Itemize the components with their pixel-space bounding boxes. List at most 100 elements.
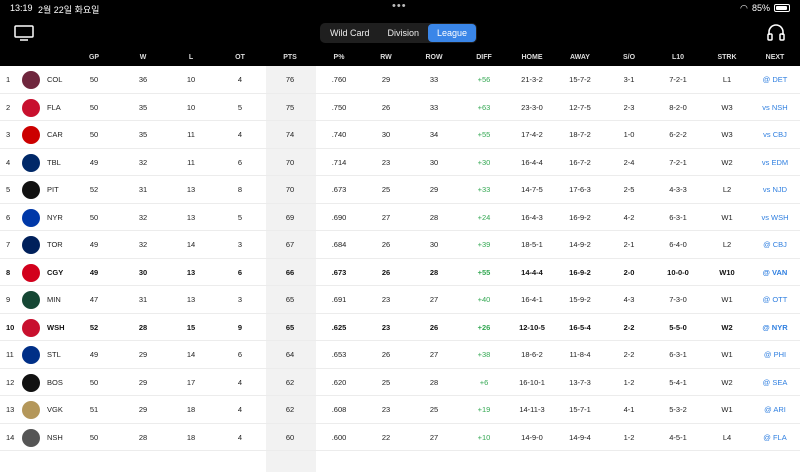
table-row[interactable]: 1 COL 50 36 10 4 76 .760 29 33 +56 21-3-2 15-7-2 3-1 7… [0, 66, 800, 94]
cell-next[interactable]: vs NSH [753, 103, 797, 112]
cell-w: 32 [138, 240, 148, 249]
cell-ot: 4 [237, 130, 243, 139]
cell-next[interactable]: @ DET [753, 75, 797, 84]
column-header-row[interactable]: ROW [419, 54, 449, 61]
cell-w: 29 [138, 405, 148, 414]
cell-strk: W2 [721, 322, 733, 332]
top-bar: Wild Card Division League [0, 16, 800, 50]
column-header-ot[interactable]: OT [225, 54, 255, 61]
table-row[interactable]: 9 MIN 47 31 13 3 65 .691 23 27 +40 16-4-1 15-9-2 4-3 7… [0, 286, 800, 314]
column-header-so[interactable]: S/O [614, 54, 644, 61]
status-bar: 13:19 2월 22일 화요일 ••• ◠ 85% [0, 0, 800, 16]
team-abbr[interactable]: TBL [47, 158, 77, 167]
table-row[interactable]: 4 TBL 49 32 11 6 70 .714 23 30 +30 16-4-4 16-7-2 2-4 7… [0, 149, 800, 176]
table-row[interactable]: 11 STL 49 29 14 6 64 .653 26 27 +38 18-6-2 11-8-4 2-2… [0, 341, 800, 369]
column-header-away[interactable]: AWAY [557, 54, 603, 61]
cell-pct: .600 [331, 432, 347, 442]
team-abbr[interactable]: CGY [47, 268, 77, 277]
table-row[interactable]: 14 NSH 50 28 18 4 60 .600 22 27 +10 14-9-0 14-9-4 1-2… [0, 424, 800, 451]
table-row[interactable]: 5 PIT 52 31 13 8 70 .673 25 29 +33 14-7-5 17-6-3 2-5 4… [0, 176, 800, 204]
table-row[interactable]: 10 WSH 52 28 15 9 65 .625 23 26 +26 12-10-5 16-5-4 2-… [0, 314, 800, 341]
cell-pct: .653 [331, 350, 347, 359]
cell-so: 4-1 [623, 405, 635, 414]
cell-rw: 23 [381, 157, 391, 167]
table-row[interactable]: 3 CAR 50 35 11 4 74 .740 30 34 +55 17-4-2 18-7-2 1-0 6… [0, 121, 800, 149]
cell-pct: .750 [331, 102, 347, 112]
tab-division[interactable]: Division [379, 24, 429, 42]
cell-next[interactable]: vs NJD [753, 185, 797, 194]
cell-diff: +55 [477, 267, 491, 277]
column-header-pts[interactable]: PTS [270, 54, 310, 61]
cell-pct: .760 [331, 75, 347, 84]
team-abbr[interactable]: BOS [47, 378, 77, 387]
cell-home: 16-10-1 [519, 377, 545, 387]
tab-league[interactable]: League [428, 24, 477, 42]
team-rank: 10 [6, 322, 15, 332]
cell-next[interactable]: @ VAN [753, 268, 797, 277]
cell-next[interactable]: @ OTT [753, 295, 797, 304]
tab-wild-card[interactable]: Wild Card [321, 24, 379, 42]
cell-pts: 65 [285, 295, 295, 304]
cell-next[interactable]: vs WSH [753, 213, 797, 222]
column-header-pct[interactable]: P% [319, 54, 359, 61]
cell-w: 32 [138, 212, 148, 222]
column-header-l[interactable]: L [176, 54, 206, 61]
cell-diff: +63 [477, 102, 491, 112]
column-header-home[interactable]: HOME [509, 54, 555, 61]
cell-home: 14-9-0 [521, 432, 543, 442]
cell-next[interactable]: @ NYR [753, 323, 797, 332]
cell-l: 13 [186, 185, 196, 194]
cell-w: 30 [138, 267, 148, 277]
team-abbr[interactable]: CAR [47, 130, 77, 139]
cell-next[interactable]: @ PHI [753, 350, 797, 359]
cell-pts: 67 [285, 240, 295, 249]
table-row[interactable]: 2 FLA 50 35 10 5 75 .750 26 33 +63 23-3-0 12-7-5 2-3 8… [0, 94, 800, 121]
column-header-next[interactable]: NEXT [753, 54, 797, 61]
cell-l: 13 [186, 267, 196, 277]
cell-diff: +10 [477, 432, 491, 442]
table-row[interactable]: 7 TOR 49 32 14 3 67 .684 26 30 +39 18-5-1 14-9-2 2-1 6… [0, 231, 800, 259]
cell-rw: 29 [381, 75, 391, 84]
battery-percent: 85% [752, 3, 771, 13]
team-abbr[interactable]: COL [47, 75, 77, 84]
team-abbr[interactable]: PIT [47, 185, 77, 194]
column-header-diff[interactable]: DIFF [464, 54, 504, 61]
cell-next[interactable]: @ SEA [753, 378, 797, 387]
cell-strk: L4 [722, 432, 732, 442]
team-abbr[interactable]: VGK [47, 405, 77, 414]
table-row[interactable]: 13 VGK 51 29 18 4 62 .608 23 25 +19 14-11-3 15-7-1 4-… [0, 396, 800, 424]
table-row[interactable]: 8 CGY 49 30 13 6 66.673 26 28 +55 14-4-4 16-9-2 2-0 1… [0, 259, 800, 286]
cell-pts: 74 [285, 130, 295, 139]
headphones-icon[interactable] [766, 23, 786, 43]
cell-home: 14-7-5 [521, 185, 543, 194]
cell-strk: L2 [722, 185, 732, 194]
cell-next[interactable]: vs CBJ [753, 130, 797, 139]
column-header-strk[interactable]: STRK [709, 54, 745, 61]
team-abbr[interactable]: TOR [47, 240, 77, 249]
team-abbr[interactable]: WSH [47, 323, 77, 332]
column-header-w[interactable]: W [128, 54, 158, 61]
tv-icon[interactable] [14, 25, 34, 41]
column-header-rw[interactable]: RW [371, 54, 401, 61]
cell-row: 27 [429, 350, 439, 359]
column-header-l10[interactable]: L10 [655, 54, 701, 61]
team-abbr[interactable]: STL [47, 350, 77, 359]
cell-away: 14-9-2 [569, 240, 591, 249]
table-row[interactable]: 6 NYR 50 32 13 5 69 .690 27 28 +24 16-4-3 16-9-2 4-2 6… [0, 204, 800, 231]
cell-next[interactable]: @ ARI [753, 405, 797, 414]
team-abbr[interactable]: FLA [47, 103, 77, 112]
team-abbr[interactable]: NYR [47, 213, 77, 222]
cell-home: 14-4-4 [521, 267, 543, 277]
cell-strk: W1 [721, 350, 733, 359]
cell-strk: W1 [721, 405, 733, 414]
cell-next[interactable]: @ FLA [753, 433, 797, 442]
cell-l10: 7-2-1 [669, 157, 687, 167]
multitasking-dots-icon[interactable]: ••• [392, 0, 407, 12]
column-header-gp[interactable]: GP [79, 54, 109, 61]
cell-next[interactable]: vs EDM [753, 158, 797, 167]
cell-next[interactable]: @ CBJ [753, 240, 797, 249]
cell-w: 35 [138, 130, 148, 139]
team-abbr[interactable]: MIN [47, 295, 77, 304]
table-row[interactable]: 12 BOS 50 29 17 4 62 .620 25 28 +6 16-10-1 13-7-3 1-2… [0, 369, 800, 396]
team-abbr[interactable]: NSH [47, 433, 77, 442]
